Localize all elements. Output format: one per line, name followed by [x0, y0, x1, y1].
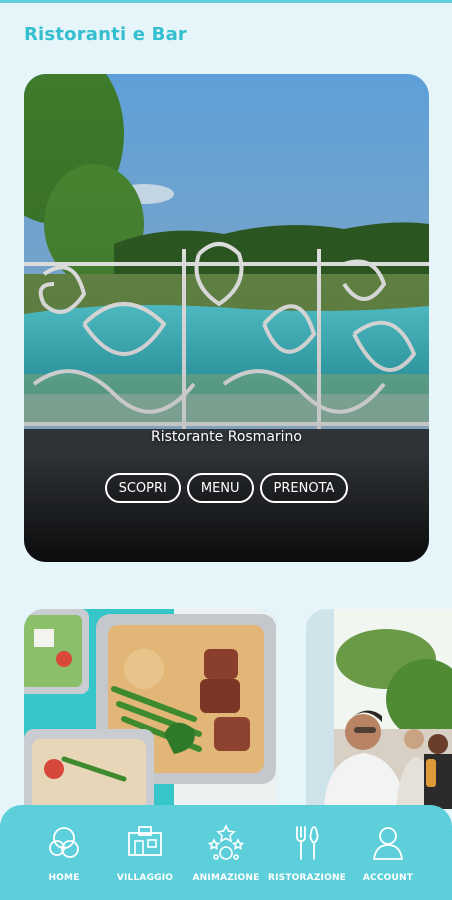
dining-icon	[296, 826, 319, 860]
nav-label: ACCOUNT	[362, 873, 414, 883]
nav-label: RISTORAZIONE	[267, 873, 347, 883]
nav-item-village[interactable]: VILLAGGIO	[100, 823, 190, 883]
entertainment-icon	[207, 824, 245, 860]
restaurant-card-3[interactable]	[306, 609, 452, 809]
restaurant-name: Ristorante Rosmarino	[151, 429, 302, 445]
nav-label: VILLAGGIO	[116, 873, 174, 883]
page-title: Ristoranti e Bar	[24, 24, 188, 45]
bottom-navigation: HOME VILLAGGIO ANIMAZIONE RISTORAZIONE A…	[0, 805, 452, 900]
home-icon	[49, 827, 79, 858]
bar-photo	[306, 609, 452, 809]
nav-item-entertainment[interactable]: ANIMAZIONE	[181, 823, 271, 883]
village-icon	[128, 826, 162, 856]
nav-item-home[interactable]: HOME	[19, 823, 109, 883]
book-button[interactable]: PRENOTA	[259, 473, 349, 503]
nav-item-account[interactable]: ACCOUNT	[343, 823, 433, 883]
menu-button[interactable]: MENU	[186, 473, 254, 503]
nav-item-dining[interactable]: RISTORAZIONE	[262, 823, 352, 883]
top-accent-line	[0, 0, 452, 3]
nav-label: HOME	[48, 873, 80, 883]
account-icon	[372, 827, 404, 860]
restaurant-card-rosmarino[interactable]: Ristorante Rosmarino SCOPRI MENU PRENOTA	[24, 74, 429, 562]
discover-button[interactable]: SCOPRI	[104, 473, 181, 503]
nav-label: ANIMAZIONE	[192, 873, 260, 883]
restaurant-card-2[interactable]	[24, 609, 278, 809]
restaurant-actions: SCOPRI MENU PRENOTA	[24, 473, 429, 503]
food-photo	[24, 609, 278, 809]
